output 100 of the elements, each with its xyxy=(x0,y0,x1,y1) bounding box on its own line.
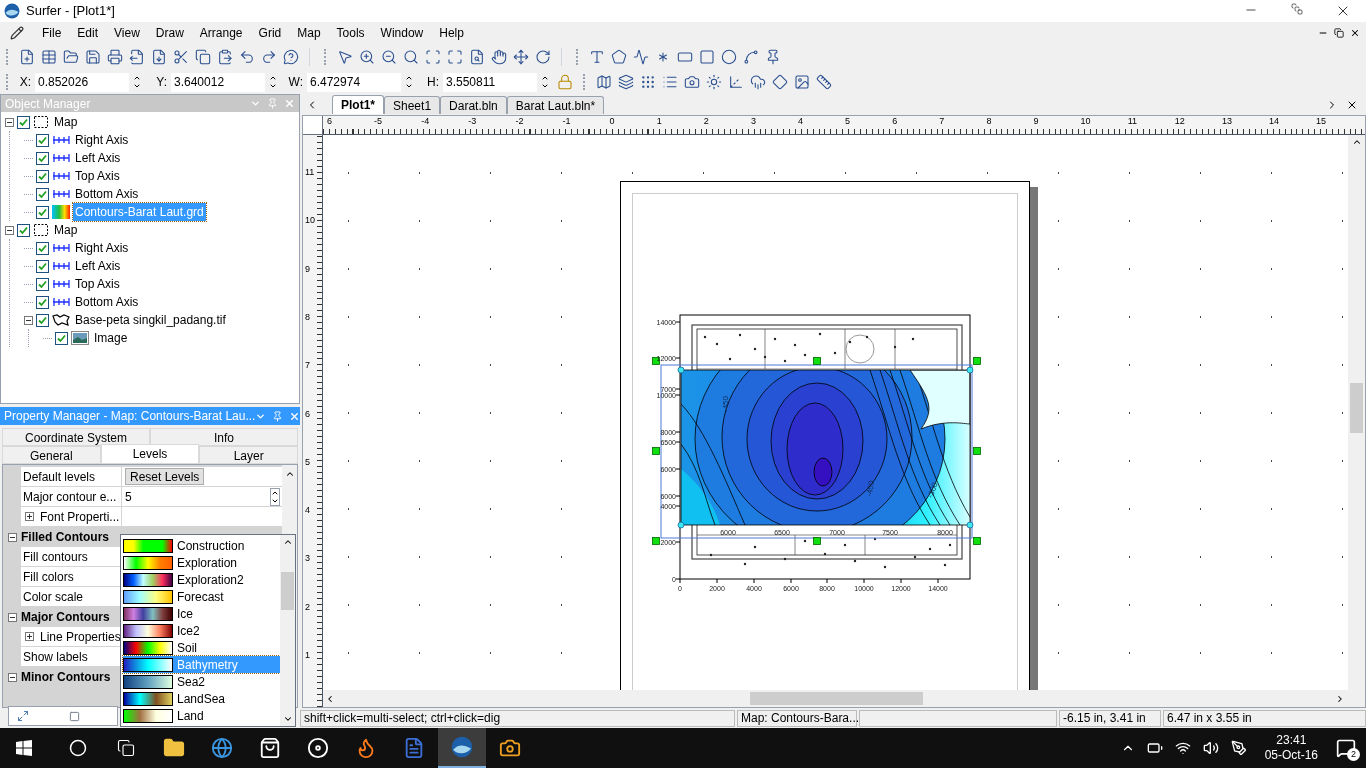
menu-item[interactable]: Draw xyxy=(147,24,192,42)
spin-down-icon[interactable] xyxy=(133,82,141,90)
color-scale-item[interactable]: Ice xyxy=(123,605,280,622)
menu-item[interactable]: Map xyxy=(289,24,329,42)
speaker-icon[interactable] xyxy=(1202,740,1219,756)
list-icon[interactable] xyxy=(662,74,678,90)
checkbox[interactable] xyxy=(36,133,49,147)
spin-down-icon[interactable] xyxy=(541,82,549,90)
zoom-icon[interactable] xyxy=(403,49,419,65)
expand-toggle[interactable] xyxy=(25,512,34,521)
scroll-thumb[interactable] xyxy=(281,571,294,610)
cloud-rain-icon[interactable] xyxy=(750,74,766,90)
move-icon[interactable] xyxy=(513,49,529,65)
window-square-icon[interactable] xyxy=(69,710,80,722)
printer-icon[interactable] xyxy=(107,49,123,65)
checkbox[interactable] xyxy=(36,259,49,273)
clock-date[interactable]: 05-Oct-16 xyxy=(1264,748,1318,763)
expand-toggle[interactable] xyxy=(25,632,34,641)
checkbox[interactable] xyxy=(36,313,49,327)
polyline-icon[interactable] xyxy=(633,49,649,65)
tab[interactable]: Layer xyxy=(199,446,298,464)
color-scale-item[interactable]: Land xyxy=(123,707,280,724)
folder-icon[interactable] xyxy=(163,737,185,759)
dots-icon[interactable] xyxy=(640,74,656,90)
scroll-up-icon[interactable] xyxy=(1351,137,1362,147)
rotate-icon[interactable] xyxy=(535,49,551,65)
copy-icon[interactable] xyxy=(195,49,211,65)
table-icon[interactable] xyxy=(41,49,57,65)
wifi-icon[interactable] xyxy=(1174,740,1191,756)
collapse-toggle[interactable] xyxy=(5,225,14,235)
hand-icon[interactable] xyxy=(491,49,507,65)
curve-icon[interactable] xyxy=(743,49,759,65)
wave-globe-icon[interactable] xyxy=(451,736,473,758)
color-scale-item[interactable]: Forecast xyxy=(123,588,280,605)
color-scale-menu[interactable]: Construction Exploration Exploration2 Forecast Ice Ice2 Soil Bathymetry Sea2 LandSea Land xyxy=(120,534,296,727)
color-scale-item[interactable]: LandSea xyxy=(123,690,280,707)
section-toggle[interactable] xyxy=(7,672,17,682)
zoom-out-icon[interactable] xyxy=(381,49,397,65)
menu-item[interactable]: Help xyxy=(431,24,472,42)
color-scale-item[interactable]: Soil xyxy=(123,639,280,656)
scrollbar[interactable] xyxy=(1348,135,1365,690)
coordinate-field[interactable]: 6.472974 xyxy=(307,72,401,92)
new-file-icon[interactable] xyxy=(19,49,35,65)
checkbox[interactable] xyxy=(36,169,49,183)
document-tab[interactable]: Darat.bln xyxy=(440,96,507,114)
tree-item[interactable]: Map xyxy=(52,113,80,131)
pointer-icon[interactable] xyxy=(337,49,353,65)
tree-item[interactable]: Left Axis xyxy=(73,149,123,167)
scissors-icon[interactable] xyxy=(173,49,189,65)
page-search-icon[interactable] xyxy=(469,49,485,65)
tree-item[interactable]: Base-peta singkil_padang.tif xyxy=(73,311,228,329)
disc-icon[interactable] xyxy=(307,737,329,759)
tree-item[interactable]: Image xyxy=(92,329,130,347)
tree-item[interactable]: Bottom Axis xyxy=(73,185,141,203)
spin-up-icon[interactable] xyxy=(269,74,277,82)
menu-item[interactable]: Edit xyxy=(69,24,107,42)
globe-icon[interactable] xyxy=(211,737,233,759)
windows-logo-icon[interactable] xyxy=(16,740,32,756)
coordinate-field[interactable]: 0.852026 xyxy=(35,72,129,92)
spin-down-icon[interactable] xyxy=(269,82,277,90)
spin-down-icon[interactable] xyxy=(405,82,413,90)
checkbox[interactable] xyxy=(17,115,30,129)
scroll-thumb[interactable] xyxy=(1350,383,1363,433)
image-icon[interactable] xyxy=(794,74,810,90)
coordinate-field[interactable]: 3.640012 xyxy=(171,72,265,92)
section-toggle[interactable] xyxy=(7,532,17,542)
collapse-toggle[interactable] xyxy=(5,117,14,127)
scroll-right-icon[interactable] xyxy=(1335,693,1345,704)
document-tab[interactable]: Barat Laut.bln* xyxy=(506,96,605,114)
scrollbar[interactable] xyxy=(323,690,1365,707)
camera-icon[interactable] xyxy=(684,74,700,90)
collapse-toggle[interactable] xyxy=(24,315,33,325)
color-scale-item[interactable]: Exploration xyxy=(123,554,280,571)
tree-item[interactable]: Right Axis xyxy=(73,239,131,257)
checkbox[interactable] xyxy=(36,151,49,165)
scroll-thumb[interactable] xyxy=(750,692,923,705)
spin-up-icon[interactable] xyxy=(405,74,413,82)
color-scale-item[interactable]: Construction xyxy=(123,537,280,554)
text-icon[interactable] xyxy=(589,49,605,65)
document-tab[interactable]: Sheet1 xyxy=(384,96,441,114)
shopping-bag-icon[interactable] xyxy=(259,737,281,759)
pencil-icon[interactable] xyxy=(10,26,24,40)
tree-item[interactable]: Top Axis xyxy=(73,167,122,185)
scrollbar[interactable] xyxy=(280,535,295,726)
paste-icon[interactable] xyxy=(217,49,233,65)
checkbox[interactable] xyxy=(36,241,49,255)
checkbox[interactable] xyxy=(17,223,30,237)
zoom-in-icon[interactable] xyxy=(359,49,375,65)
coordinate-field[interactable]: 3.550811 xyxy=(443,72,537,92)
axes-icon[interactable] xyxy=(728,74,744,90)
menu-item[interactable]: View xyxy=(106,24,148,42)
diamond-icon[interactable] xyxy=(772,74,788,90)
menu-item[interactable]: Window xyxy=(372,24,432,42)
camera-icon[interactable] xyxy=(499,737,521,759)
tab[interactable]: Levels xyxy=(100,444,200,464)
ruler-icon[interactable] xyxy=(816,74,832,90)
tree-item[interactable]: Left Axis xyxy=(73,257,123,275)
sun-icon[interactable] xyxy=(706,74,722,90)
close-icon[interactable] xyxy=(1350,28,1360,38)
export-icon[interactable] xyxy=(129,49,145,65)
